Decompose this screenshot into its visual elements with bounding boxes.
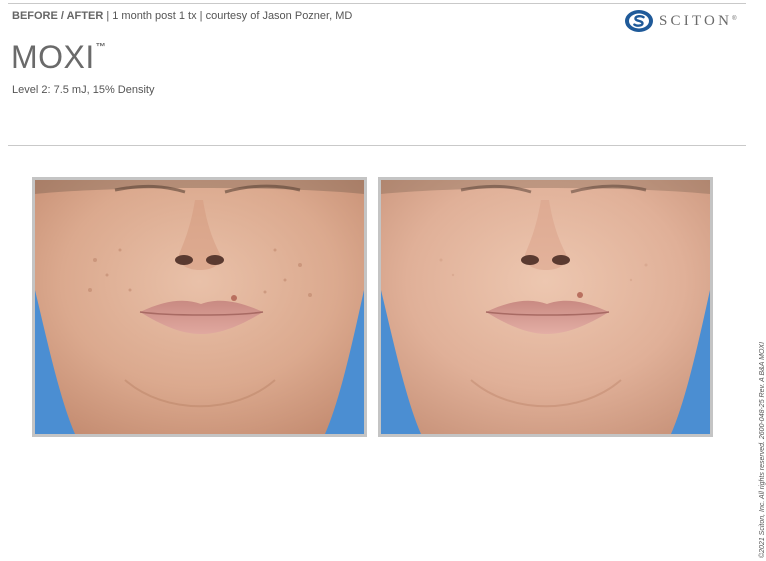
treatment-settings: Level 2: 7.5 mJ, 15% Density xyxy=(12,84,155,96)
before-after-label: BEFORE / AFTER xyxy=(12,10,104,22)
sciton-logo: SCITON ® xyxy=(624,9,737,33)
caption-details: | 1 month post 1 tx | courtesy of Jason … xyxy=(103,10,353,22)
page-title: MOXI™ xyxy=(11,41,106,73)
trademark-symbol: ™ xyxy=(95,42,107,53)
registered-mark: ® xyxy=(732,16,737,22)
after-photo xyxy=(378,177,713,437)
top-rule xyxy=(8,3,746,4)
brand-name: SCITON xyxy=(659,12,733,29)
treatment-name: MOXI xyxy=(11,39,95,75)
header-caption: BEFORE / AFTER | 1 month post 1 tx | cou… xyxy=(12,10,352,22)
sciton-s-logo-icon xyxy=(624,9,654,33)
section-divider xyxy=(8,145,746,146)
copyright-notice: ©2021 Sciton, Inc. All rights reserved. … xyxy=(759,341,766,558)
before-photo xyxy=(32,177,367,437)
